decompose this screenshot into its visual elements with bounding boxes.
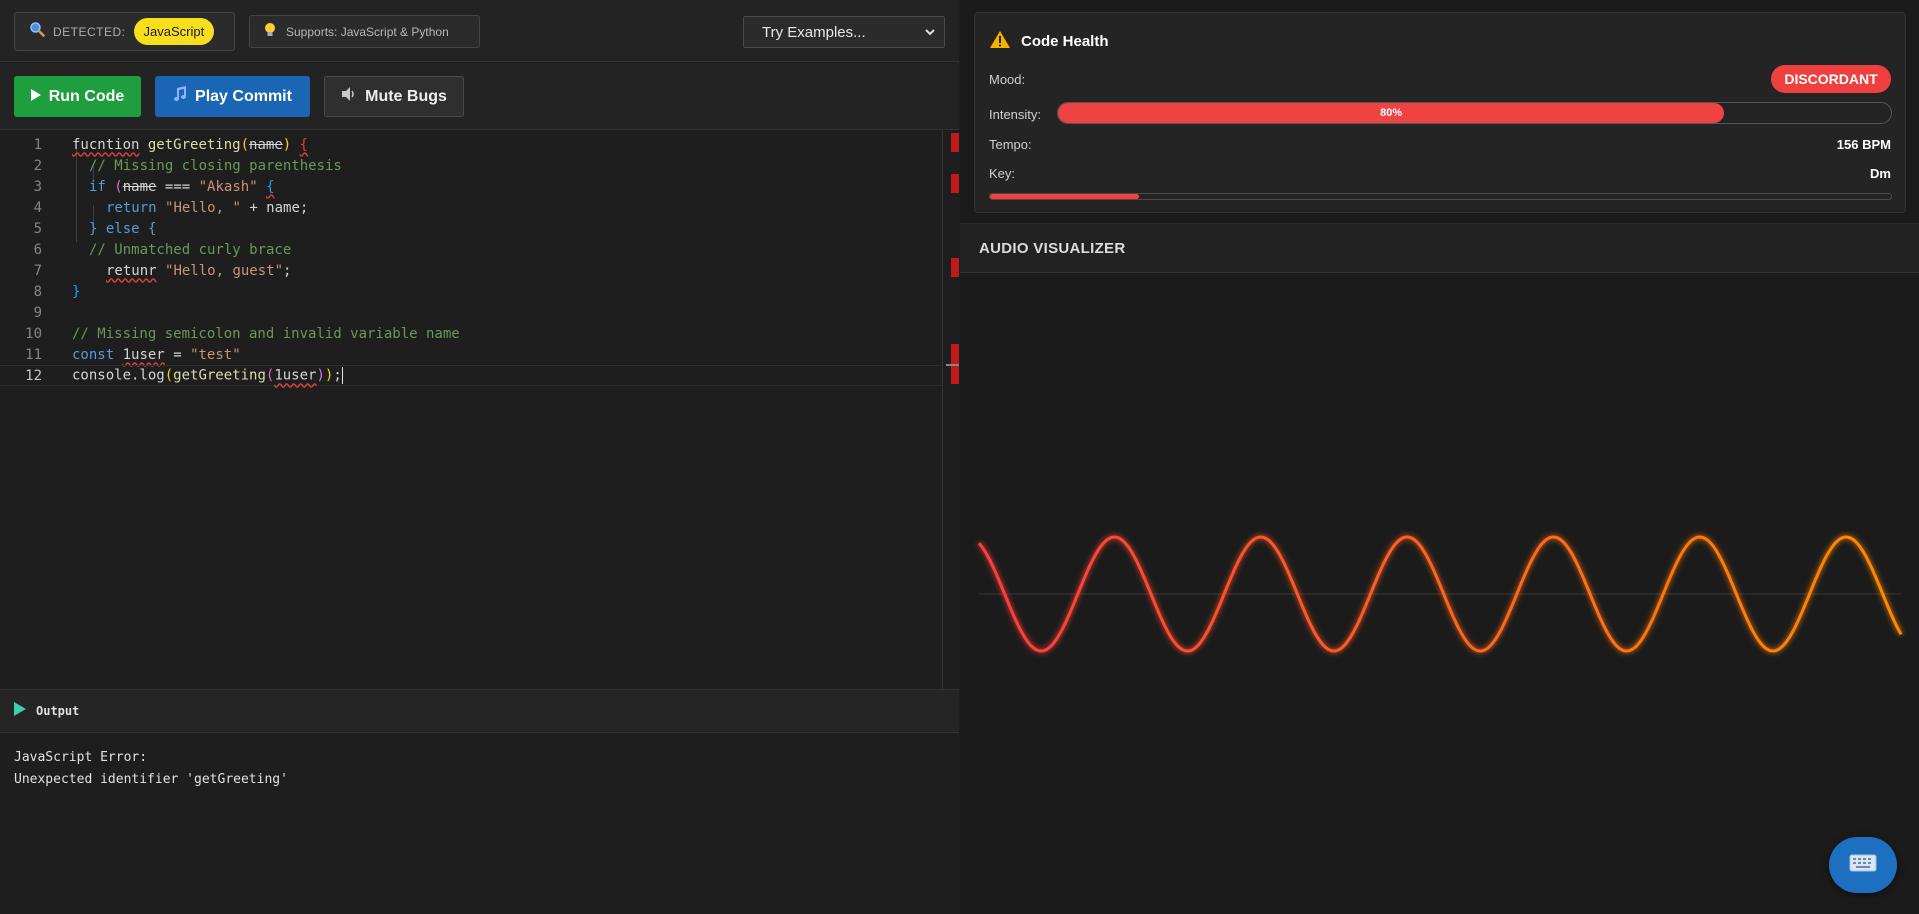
intensity-bar-fill: 80% [1058, 103, 1725, 123]
code-line: 8 } [0, 281, 942, 302]
code-line: 9 [0, 302, 942, 323]
code-text: console.log(getGreeting(1user)); [72, 367, 343, 384]
mute-bugs-label: Mute Bugs [365, 87, 447, 105]
code-line-active: 12 console.log(getGreeting(1user)); [0, 365, 942, 386]
line-number: 3 [33, 178, 42, 195]
code-line: 4 return "Hello, " + name; [0, 197, 942, 218]
line-number: 10 [25, 325, 42, 342]
code-line: 5 } else { [0, 218, 942, 239]
line-number: 4 [33, 199, 42, 216]
code-text: // Missing semicolon and invalid variabl… [72, 325, 460, 342]
tempo-label: Tempo: [989, 137, 1032, 152]
code-text: } else { [89, 220, 157, 237]
search-icon [29, 21, 45, 42]
code-text: } [72, 283, 81, 300]
language-badge: JavaScript [133, 18, 215, 45]
code-line: 2 // Missing closing parenthesis [0, 155, 942, 176]
code-text: if (name === "Akash" { [89, 178, 275, 195]
play-commit-button[interactable]: Play Commit [155, 76, 310, 117]
code-text: // Unmatched curly brace [89, 241, 292, 258]
line-number: 6 [33, 241, 42, 258]
code-text: const 1user = "test" [72, 346, 241, 363]
visualizer-title: AUDIO VISUALIZER [979, 239, 1126, 257]
line-number: 12 [25, 367, 42, 384]
triangle-right-icon [14, 701, 26, 721]
tempo-value: 156 BPM [1836, 137, 1891, 152]
language-detector: DETECTED: JavaScript [14, 12, 235, 51]
output-title: Output [36, 704, 80, 718]
editor-scrollbar[interactable] [942, 130, 943, 689]
code-text: // Missing closing parenthesis [89, 157, 342, 174]
cursor-marker [946, 364, 959, 366]
code-text: fucntion getGreeting(name) { [72, 136, 309, 153]
line-number: 1 [33, 136, 42, 153]
keyboard-shortcuts-button[interactable] [1829, 837, 1897, 893]
key-progress-fill [990, 194, 1139, 199]
intensity-label: Intensity: [989, 107, 1042, 122]
speaker-icon [341, 86, 357, 107]
examples-select[interactable]: Try Examples... [743, 16, 945, 48]
code-line: 1 fucntion getGreeting(name) { [0, 134, 942, 155]
code-editor[interactable]: 1 fucntion getGreeting(name) { 2 // Miss… [0, 130, 959, 689]
code-text: return "Hello, " + name; [106, 199, 309, 216]
line-number: 8 [33, 283, 42, 300]
code-line: 11 const 1user = "test" [0, 344, 942, 365]
error-marker [951, 133, 959, 152]
app: DETECTED: JavaScript Supports: JavaScrip… [0, 0, 1919, 914]
supports-info: Supports: JavaScript & Python [249, 15, 480, 48]
line-number: 9 [33, 304, 42, 321]
waveform-canvas [977, 535, 1903, 653]
visualizer-header: AUDIO VISUALIZER [960, 223, 1919, 273]
mood-label: Mood: [989, 72, 1026, 87]
code-line: 7 retunr "Hello, guest"; [0, 260, 942, 281]
keyboard-icon [1849, 854, 1877, 877]
text-cursor [341, 367, 343, 384]
chevron-down-icon [924, 24, 936, 43]
code-line: 6 // Unmatched curly brace [0, 239, 942, 260]
mood-badge: DISCORDANT [1771, 65, 1891, 93]
intensity-bar: 80% [1057, 102, 1892, 124]
lightbulb-icon [264, 22, 276, 41]
code-health-header: Code Health [989, 30, 1109, 53]
code-line: 3 if (name === "Akash" { [0, 176, 942, 197]
line-number: 7 [33, 262, 42, 279]
code-text: retunr "Hello, guest"; [106, 262, 292, 279]
key-label: Key: [989, 166, 1016, 181]
detected-label: DETECTED: [53, 24, 126, 39]
warning-icon [989, 30, 1011, 53]
line-number: 2 [33, 157, 42, 174]
supports-text: Supports: JavaScript & Python [286, 24, 449, 39]
key-value: Dm [1870, 166, 1891, 181]
mute-bugs-button[interactable]: Mute Bugs [324, 76, 464, 117]
output-console: JavaScript Error: Unexpected identifier … [0, 733, 959, 914]
audio-visualizer [960, 274, 1919, 914]
run-code-button[interactable]: Run Code [14, 76, 141, 117]
music-note-icon [173, 86, 187, 107]
code-health-title: Code Health [1021, 33, 1109, 50]
play-icon [30, 88, 41, 106]
line-number: 5 [33, 220, 42, 237]
output-line: JavaScript Error: [14, 750, 148, 765]
error-marker [951, 174, 959, 193]
play-commit-label: Play Commit [195, 87, 292, 105]
error-marker [951, 258, 959, 277]
output-header[interactable]: Output [0, 689, 959, 733]
examples-select-value: Try Examples... [762, 23, 866, 41]
code-line: 10 // Missing semicolon and invalid vari… [0, 323, 942, 344]
line-number: 11 [25, 346, 42, 363]
key-progress-bar [989, 193, 1892, 200]
toolbar: Run Code Play Commit Mute Bugs [0, 63, 959, 130]
topbar: DETECTED: JavaScript Supports: JavaScrip… [0, 0, 959, 62]
code-health-card: Code Health Mood: DISCORDANT Intensity: … [974, 12, 1906, 213]
output-line: Unexpected identifier 'getGreeting' [14, 772, 288, 787]
run-code-label: Run Code [48, 87, 125, 105]
editor-panel: DETECTED: JavaScript Supports: JavaScrip… [0, 0, 959, 914]
sidebar-panel: Code Health Mood: DISCORDANT Intensity: … [960, 0, 1919, 914]
